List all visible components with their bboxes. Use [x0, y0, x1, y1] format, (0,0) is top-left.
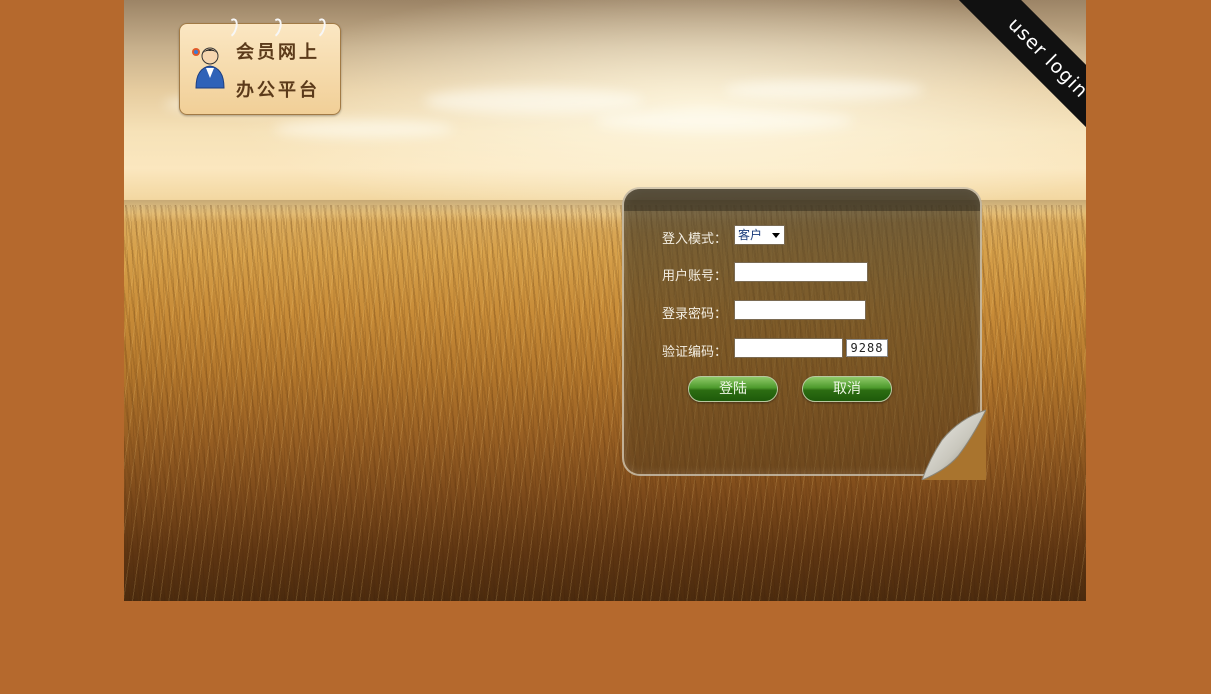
binder-ring-icon [222, 16, 241, 40]
login-mode-label: 登入模式： [662, 232, 728, 247]
corner-ribbon: user login [956, 0, 1086, 130]
captcha-label: 验证编码： [662, 345, 728, 360]
logo-card: 会员网上 办公平台 [179, 16, 341, 115]
captcha-input[interactable] [734, 338, 843, 358]
cloud-streak [274, 120, 454, 138]
user-avatar-icon [192, 47, 225, 89]
password-label: 登录密码： [662, 307, 728, 322]
background-photo: 会员网上 办公平台 user login 登入模式： 客户 用户账号： 登录密码… [124, 0, 1086, 601]
password-input[interactable] [734, 300, 866, 320]
cloud-streak [424, 88, 644, 114]
account-label: 用户账号： [662, 269, 728, 284]
user-login-ribbon-text: user login [956, 0, 1086, 130]
login-mode-select[interactable]: 客户 [734, 225, 785, 245]
dropdown-arrow-icon [772, 233, 780, 238]
page-curl-icon [921, 409, 986, 480]
captcha-image[interactable]: 9288 [846, 339, 888, 357]
login-panel: 登入模式： 客户 用户账号： 登录密码： 验证编码： 9288 登陆 取消 [622, 187, 986, 480]
cloud-streak [724, 80, 924, 100]
logo-title-line1: 会员网上 [236, 42, 320, 63]
account-input[interactable] [734, 262, 868, 282]
login-mode-selected-value: 客户 [738, 228, 763, 242]
binder-ring-icon [266, 16, 285, 40]
cloud-streak [594, 110, 854, 132]
cancel-button[interactable]: 取消 [802, 376, 892, 402]
binder-ring-icon [310, 16, 329, 40]
login-button[interactable]: 登陆 [688, 376, 778, 402]
logo-title-line2: 办公平台 [236, 80, 320, 101]
